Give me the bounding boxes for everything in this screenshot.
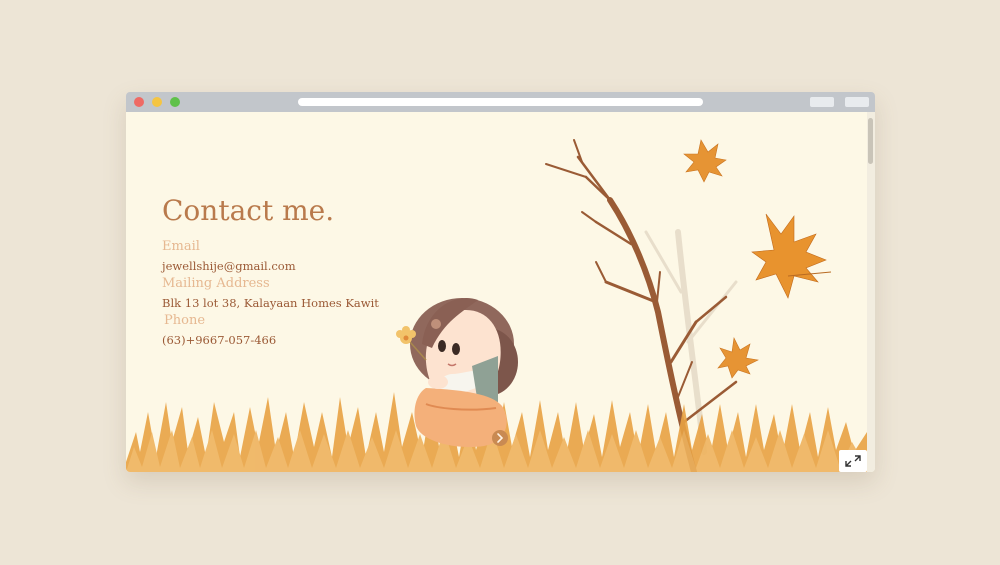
email-label: Email (162, 239, 200, 254)
chevron-right-icon (497, 433, 504, 443)
page-content: Contact me. Email jewellshije@gmail.com … (126, 112, 875, 472)
phone-label: Phone (164, 313, 206, 328)
browser-titlebar (126, 92, 875, 112)
address-value: Blk 13 lot 38, Kalayaan Homes Kawit (162, 296, 379, 310)
next-button[interactable] (492, 430, 508, 446)
illustration (126, 139, 867, 472)
expand-icon (845, 455, 861, 467)
maximize-dot[interactable] (170, 97, 180, 107)
window-button-right[interactable] (845, 97, 869, 107)
scrollbar-thumb[interactable] (868, 118, 873, 164)
page-title: Contact me. (162, 194, 335, 227)
close-dot[interactable] (134, 97, 144, 107)
minimize-dot[interactable] (152, 97, 162, 107)
email-value[interactable]: jewellshije@gmail.com (162, 259, 296, 273)
maple-leaf-large (751, 213, 832, 299)
maple-leaf-top (683, 139, 727, 183)
maple-leaf-small (717, 337, 759, 379)
phone-value[interactable]: (63)+9667-057-466 (162, 333, 276, 347)
address-label: Mailing Address (162, 276, 270, 291)
browser-window: Contact me. Email jewellshije@gmail.com … (126, 92, 875, 472)
window-button-left[interactable] (810, 97, 834, 107)
vertical-scrollbar[interactable] (867, 112, 875, 472)
address-bar[interactable] (298, 98, 703, 106)
expand-button[interactable] (839, 450, 867, 472)
